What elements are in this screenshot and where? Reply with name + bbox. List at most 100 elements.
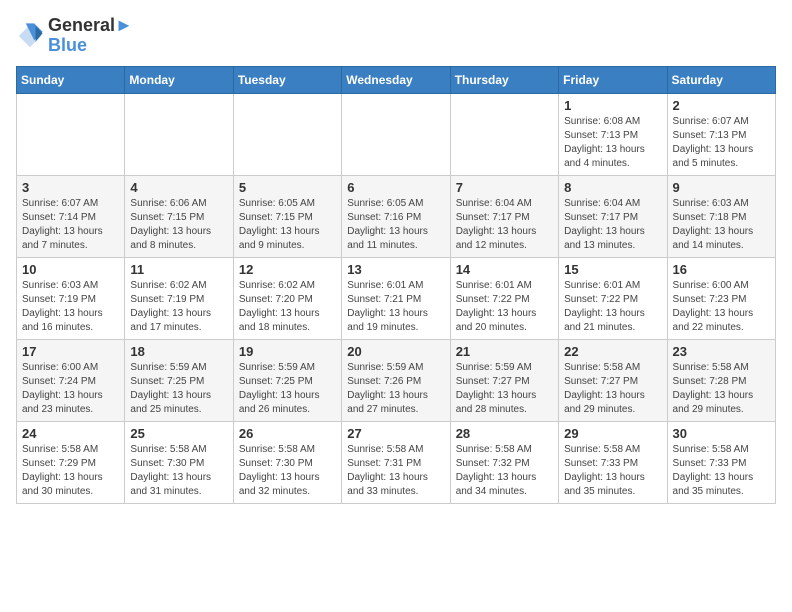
- calendar-cell: 24Sunrise: 5:58 AM Sunset: 7:29 PM Dayli…: [17, 421, 125, 503]
- calendar-cell: 18 Sunrise: 5:59 AM Sunset: 7:25 PM Dayli…: [125, 339, 233, 421]
- calendar-cell: [125, 93, 233, 175]
- day-number: 15: [564, 262, 661, 277]
- calendar-cell: 3 Sunrise: 6:07 AM Sunset: 7:14 PM Daylig…: [17, 175, 125, 257]
- day-number: 22: [564, 344, 661, 359]
- day-info: Sunrise: 6:07 AM Sunset: 7:13 PM Dayligh…: [673, 115, 770, 171]
- day-info: Sunrise: 6:04 AM Sunset: 7:17 PM Dayligh…: [456, 197, 553, 253]
- day-number: 18: [130, 344, 227, 359]
- day-info: Sunrise: 6:00 AM Sunset: 7:24 PM Dayligh…: [22, 361, 119, 417]
- calendar-cell: 5 Sunrise: 6:05 AM Sunset: 7:15 PM Daylig…: [233, 175, 341, 257]
- calendar-cell: [233, 93, 341, 175]
- day-number: 25: [130, 426, 227, 441]
- day-number: 4: [130, 180, 227, 195]
- day-number: 1: [564, 98, 661, 113]
- day-number: 28: [456, 426, 553, 441]
- calendar-cell: [450, 93, 558, 175]
- day-info: Sunrise: 6:01 AM Sunset: 7:21 PM Dayligh…: [347, 279, 444, 335]
- calendar-cell: 14 Sunrise: 6:01 AM Sunset: 7:22 PM Dayli…: [450, 257, 558, 339]
- calendar-cell: 17Sunrise: 6:00 AM Sunset: 7:24 PM Dayli…: [17, 339, 125, 421]
- day-number: 9: [673, 180, 770, 195]
- day-info: Sunrise: 5:58 AM Sunset: 7:27 PM Dayligh…: [564, 361, 661, 417]
- logo-icon: [16, 22, 44, 50]
- day-info: Sunrise: 6:00 AM Sunset: 7:23 PM Dayligh…: [673, 279, 770, 335]
- column-header-tuesday: Tuesday: [233, 66, 341, 93]
- day-info: Sunrise: 5:59 AM Sunset: 7:26 PM Dayligh…: [347, 361, 444, 417]
- calendar-cell: 10 Sunrise: 6:03 AM Sunset: 7:19 PM Dayli…: [17, 257, 125, 339]
- day-info: Sunrise: 6:02 AM Sunset: 7:19 PM Dayligh…: [130, 279, 227, 335]
- calendar-cell: 15 Sunrise: 6:01 AM Sunset: 7:22 PM Dayli…: [559, 257, 667, 339]
- day-info: Sunrise: 5:58 AM Sunset: 7:33 PM Dayligh…: [673, 443, 770, 499]
- calendar-cell: 11 Sunrise: 6:02 AM Sunset: 7:19 PM Dayli…: [125, 257, 233, 339]
- day-number: 6: [347, 180, 444, 195]
- day-info: Sunrise: 6:05 AM Sunset: 7:16 PM Dayligh…: [347, 197, 444, 253]
- day-number: 30: [673, 426, 770, 441]
- week-row-2: 3 Sunrise: 6:07 AM Sunset: 7:14 PM Daylig…: [17, 175, 776, 257]
- day-number: 27: [347, 426, 444, 441]
- day-number: 12: [239, 262, 336, 277]
- week-row-3: 10 Sunrise: 6:03 AM Sunset: 7:19 PM Dayli…: [17, 257, 776, 339]
- calendar-cell: 28 Sunrise: 5:58 AM Sunset: 7:32 PM Dayli…: [450, 421, 558, 503]
- day-info: Sunrise: 5:59 AM Sunset: 7:25 PM Dayligh…: [239, 361, 336, 417]
- day-number: 26: [239, 426, 336, 441]
- day-info: Sunrise: 5:58 AM Sunset: 7:33 PM Dayligh…: [564, 443, 661, 499]
- day-number: 13: [347, 262, 444, 277]
- column-header-thursday: Thursday: [450, 66, 558, 93]
- calendar-cell: 9 Sunrise: 6:03 AM Sunset: 7:18 PM Daylig…: [667, 175, 775, 257]
- calendar-cell: 27Sunrise: 5:58 AM Sunset: 7:31 PM Dayli…: [342, 421, 450, 503]
- page-header: General►Blue: [16, 16, 776, 56]
- day-number: 11: [130, 262, 227, 277]
- calendar-cell: 22 Sunrise: 5:58 AM Sunset: 7:27 PM Dayli…: [559, 339, 667, 421]
- day-number: 21: [456, 344, 553, 359]
- day-info: Sunrise: 5:59 AM Sunset: 7:27 PM Dayligh…: [456, 361, 553, 417]
- day-info: Sunrise: 5:58 AM Sunset: 7:30 PM Dayligh…: [239, 443, 336, 499]
- calendar-cell: 25Sunrise: 5:58 AM Sunset: 7:30 PM Dayli…: [125, 421, 233, 503]
- calendar-cell: 26 Sunrise: 5:58 AM Sunset: 7:30 PM Dayli…: [233, 421, 341, 503]
- calendar-cell: 13 Sunrise: 6:01 AM Sunset: 7:21 PM Dayli…: [342, 257, 450, 339]
- day-number: 10: [22, 262, 119, 277]
- calendar-cell: [342, 93, 450, 175]
- day-number: 20: [347, 344, 444, 359]
- day-info: Sunrise: 6:08 AM Sunset: 7:13 PM Dayligh…: [564, 115, 661, 171]
- day-number: 19: [239, 344, 336, 359]
- calendar-cell: 4Sunrise: 6:06 AM Sunset: 7:15 PM Daylig…: [125, 175, 233, 257]
- calendar-cell: 1 Sunrise: 6:08 AM Sunset: 7:13 PM Daylig…: [559, 93, 667, 175]
- day-number: 7: [456, 180, 553, 195]
- calendar-cell: 23 Sunrise: 5:58 AM Sunset: 7:28 PM Dayli…: [667, 339, 775, 421]
- calendar-cell: 6 Sunrise: 6:05 AM Sunset: 7:16 PM Daylig…: [342, 175, 450, 257]
- day-number: 14: [456, 262, 553, 277]
- header-row: SundayMondayTuesdayWednesdayThursdayFrid…: [17, 66, 776, 93]
- day-number: 29: [564, 426, 661, 441]
- column-header-friday: Friday: [559, 66, 667, 93]
- day-info: Sunrise: 6:05 AM Sunset: 7:15 PM Dayligh…: [239, 197, 336, 253]
- calendar-header: SundayMondayTuesdayWednesdayThursdayFrid…: [17, 66, 776, 93]
- day-number: 24: [22, 426, 119, 441]
- calendar-cell: 21 Sunrise: 5:59 AM Sunset: 7:27 PM Dayli…: [450, 339, 558, 421]
- week-row-4: 17Sunrise: 6:00 AM Sunset: 7:24 PM Dayli…: [17, 339, 776, 421]
- week-row-1: 1 Sunrise: 6:08 AM Sunset: 7:13 PM Daylig…: [17, 93, 776, 175]
- day-info: Sunrise: 5:58 AM Sunset: 7:32 PM Dayligh…: [456, 443, 553, 499]
- day-number: 5: [239, 180, 336, 195]
- day-info: Sunrise: 6:07 AM Sunset: 7:14 PM Dayligh…: [22, 197, 119, 253]
- day-info: Sunrise: 6:03 AM Sunset: 7:18 PM Dayligh…: [673, 197, 770, 253]
- column-header-monday: Monday: [125, 66, 233, 93]
- logo: General►Blue: [16, 16, 133, 56]
- day-info: Sunrise: 6:01 AM Sunset: 7:22 PM Dayligh…: [456, 279, 553, 335]
- calendar-cell: 30 Sunrise: 5:58 AM Sunset: 7:33 PM Dayli…: [667, 421, 775, 503]
- day-info: Sunrise: 5:58 AM Sunset: 7:28 PM Dayligh…: [673, 361, 770, 417]
- day-number: 3: [22, 180, 119, 195]
- column-header-saturday: Saturday: [667, 66, 775, 93]
- day-number: 8: [564, 180, 661, 195]
- calendar-cell: 29 Sunrise: 5:58 AM Sunset: 7:33 PM Dayli…: [559, 421, 667, 503]
- calendar-body: 1 Sunrise: 6:08 AM Sunset: 7:13 PM Daylig…: [17, 93, 776, 503]
- calendar-cell: 8Sunrise: 6:04 AM Sunset: 7:17 PM Daylig…: [559, 175, 667, 257]
- logo-text: General►Blue: [48, 16, 133, 56]
- calendar-cell: [17, 93, 125, 175]
- day-info: Sunrise: 5:59 AM Sunset: 7:25 PM Dayligh…: [130, 361, 227, 417]
- column-header-wednesday: Wednesday: [342, 66, 450, 93]
- calendar-cell: 16Sunrise: 6:00 AM Sunset: 7:23 PM Dayli…: [667, 257, 775, 339]
- column-header-sunday: Sunday: [17, 66, 125, 93]
- day-info: Sunrise: 6:01 AM Sunset: 7:22 PM Dayligh…: [564, 279, 661, 335]
- day-info: Sunrise: 6:03 AM Sunset: 7:19 PM Dayligh…: [22, 279, 119, 335]
- calendar-cell: 12Sunrise: 6:02 AM Sunset: 7:20 PM Dayli…: [233, 257, 341, 339]
- day-number: 23: [673, 344, 770, 359]
